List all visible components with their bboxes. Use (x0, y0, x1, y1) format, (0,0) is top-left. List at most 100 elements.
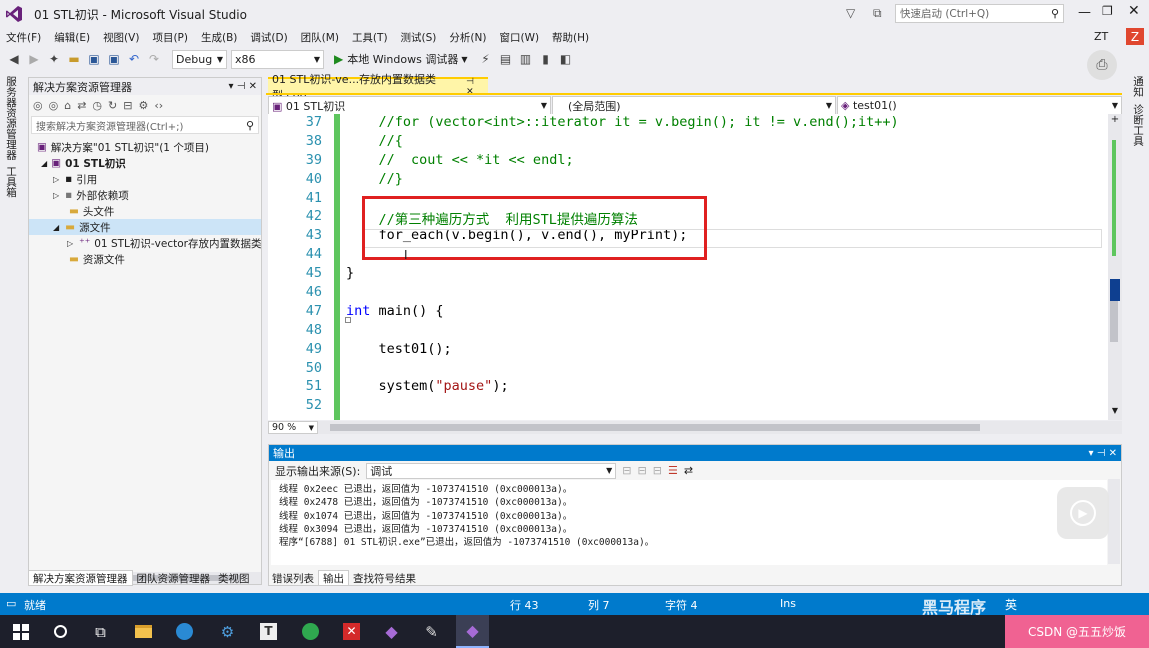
collapse-toggle-icon[interactable] (345, 317, 351, 323)
tab-editor-file[interactable]: 01 STL初识-ve...存放内置数据类型.cpp ⊣ ✕ (268, 73, 488, 102)
comment-icon[interactable]: ▤ (498, 50, 514, 68)
platform-select[interactable]: x86 ▼ (231, 49, 324, 69)
save-all-icon[interactable]: ▣ (106, 50, 122, 68)
tree-item-solution[interactable]: ▣ 解决方案"01 STL初识"(1 个项目) (29, 139, 261, 155)
menu-tools[interactable]: 工具(T) (352, 30, 388, 45)
redo-icon[interactable]: ↷ (146, 50, 162, 68)
code-line[interactable]: //for (vector<int>::iterator it = v.begi… (346, 114, 1106, 133)
paint-icon[interactable]: ✎ (415, 615, 448, 648)
panel-controls[interactable]: ▾ ⊣ ✕ (1089, 448, 1117, 459)
tree-item-external-deps[interactable]: ▷ ▪ 外部依赖项 (29, 187, 261, 203)
undo-icon[interactable]: ↶ (126, 50, 142, 68)
green-app-icon[interactable] (294, 615, 327, 648)
tab-find-symbol-results[interactable]: 查找符号结果 (349, 570, 420, 586)
menu-build[interactable]: 生成(B) (201, 30, 237, 45)
tree-item-source-files[interactable]: ◢ ▬ 源文件 (29, 219, 261, 235)
code-line[interactable]: test01(); (346, 341, 1106, 360)
clear-all-icon[interactable]: ☰ (668, 464, 678, 477)
code-line[interactable] (346, 360, 1106, 379)
toolbox-tab[interactable]: 工具箱 (4, 166, 19, 198)
start-debugging-button[interactable]: ▶ 本地 Windows 调试器 ▼ (334, 51, 468, 67)
properties-icon[interactable]: ⚙ (138, 99, 148, 112)
home-icon[interactable]: ⌂ (64, 99, 71, 112)
function-dropdown[interactable]: ◈ test01() ▼ (837, 96, 1122, 115)
sync-icon[interactable]: ⇄ (77, 99, 86, 112)
windows-start-icon[interactable] (4, 615, 37, 648)
visual-studio-taskbar-icon[interactable]: ◆ (375, 615, 408, 648)
code-line[interactable]: // cout << *it << endl; (346, 152, 1106, 171)
configuration-select[interactable]: Debug ▼ (172, 49, 227, 69)
history-icon[interactable]: ◷ (92, 99, 102, 112)
tab-error-list[interactable]: 错误列表 (268, 570, 318, 586)
code-line[interactable]: //{ (346, 133, 1106, 152)
search-taskbar-icon[interactable] (44, 615, 77, 648)
back-icon[interactable]: ◎ (33, 99, 43, 112)
uncomment-icon[interactable]: ▥ (518, 50, 534, 68)
output-text-area[interactable]: 线程 0x2eec 已退出，返回值为 -1073741510 (0xc00001… (271, 480, 1107, 565)
back-icon[interactable]: ◀ (6, 50, 22, 68)
collapse-icon[interactable]: ⊟ (123, 99, 132, 112)
output-source-select[interactable]: 调试 ▼ (366, 462, 617, 479)
notifications-tab[interactable]: 通知 (1131, 76, 1146, 97)
refresh-icon[interactable]: ↻ (108, 99, 117, 112)
quick-launch-input[interactable]: 快速启动 (Ctrl+Q) ⚲ (895, 4, 1064, 23)
zoom-dropdown[interactable]: 90 % ▼ (268, 421, 318, 434)
typora-icon[interactable]: T (252, 615, 285, 648)
filter-icon[interactable]: ▽ (846, 6, 855, 20)
close-button[interactable]: ✕ (1128, 3, 1140, 19)
tree-item-source-file[interactable]: ▷ ⁺⁺ 01 STL初识-vector存放内置数据类型 (29, 235, 261, 251)
menu-debug[interactable]: 调试(D) (250, 30, 287, 45)
scope-dropdown[interactable]: (全局范围) ▼ (552, 96, 836, 115)
code-line[interactable] (346, 284, 1106, 303)
tab-output[interactable]: 输出 (318, 570, 349, 586)
menu-view[interactable]: 视图(V) (103, 30, 139, 45)
code-icon[interactable]: ‹› (154, 99, 163, 112)
screenshot-overlay-icon[interactable]: ⎙ (1087, 50, 1117, 80)
new-project-icon[interactable]: ✦ (46, 50, 62, 68)
next-message-icon[interactable]: ⊟ (653, 464, 662, 477)
tree-item-project[interactable]: ◢ ▣ 01 STL初识 (29, 155, 261, 171)
visual-studio-active-icon[interactable]: ◆ (456, 615, 489, 648)
code-line[interactable]: //} (346, 171, 1106, 190)
feedback-icon[interactable]: ⧉ (873, 6, 882, 21)
code-line[interactable]: system("pause"); (346, 378, 1106, 397)
solution-search-input[interactable]: 搜索解决方案资源管理器(Ctrl+;) ⚲ (31, 116, 259, 134)
tab-class-view[interactable]: 类视图 (214, 570, 254, 586)
server-explorer-tab[interactable]: 服务器资源管理器 (4, 76, 19, 160)
code-editor[interactable]: 37 38 39 40 41 42 43 44 45 46 47 48 49 50 51 52 //for (… (268, 114, 1122, 420)
bookmark-icon[interactable]: ▮ (538, 50, 554, 68)
maximize-button[interactable]: ❐ (1102, 4, 1113, 18)
network-app-icon[interactable]: ⚙ (211, 615, 244, 648)
user-name[interactable]: ZT (1094, 30, 1108, 43)
word-wrap-icon[interactable]: ⇄ (684, 464, 693, 477)
menu-test[interactable]: 测试(S) (401, 30, 437, 45)
panel-controls[interactable]: ▾ ⊣ ✕ (229, 81, 257, 92)
tab-solution-explorer[interactable]: 解决方案资源管理器 (28, 570, 133, 586)
menu-window[interactable]: 窗口(W) (499, 30, 539, 45)
diagnostics-tab[interactable]: 诊断工具 (1131, 104, 1146, 146)
tree-item-resource-files[interactable]: ▬ 资源文件 (29, 251, 261, 267)
edge-browser-icon[interactable] (168, 615, 201, 648)
find-message-icon[interactable]: ⊟ (622, 464, 631, 477)
forward-icon[interactable]: ▶ (26, 50, 42, 68)
file-explorer-icon[interactable] (127, 615, 160, 648)
menu-file[interactable]: 文件(F) (6, 30, 41, 45)
output-scrollbar[interactable] (1108, 479, 1120, 564)
open-folder-icon[interactable]: ▬ (66, 50, 82, 68)
code-area[interactable]: //for (vector<int>::iterator it = v.begi… (346, 114, 1106, 420)
minimize-button[interactable]: — (1078, 5, 1091, 20)
menu-project[interactable]: 项目(P) (152, 30, 188, 45)
tab-team-explorer[interactable]: 团队资源管理器 (133, 570, 215, 586)
toolbar-extra-icon[interactable]: ⚡ (478, 50, 494, 68)
project-dropdown[interactable]: ▣ 01 STL初识 ▼ (268, 96, 551, 115)
vertical-scrollbar[interactable]: + ▼ (1108, 114, 1122, 420)
avatar[interactable]: Z (1126, 28, 1144, 45)
menu-team[interactable]: 团队(M) (301, 30, 339, 45)
code-line[interactable] (346, 397, 1106, 416)
code-line[interactable] (346, 322, 1106, 341)
forward-icon[interactable]: ◎ (49, 99, 59, 112)
play-overlay-button[interactable]: ▶ (1057, 487, 1109, 539)
xmind-icon[interactable]: ✕ (335, 615, 368, 648)
tree-item-header-files[interactable]: ▬ 头文件 (29, 203, 261, 219)
bookmark-prev-icon[interactable]: ◧ (558, 50, 574, 68)
